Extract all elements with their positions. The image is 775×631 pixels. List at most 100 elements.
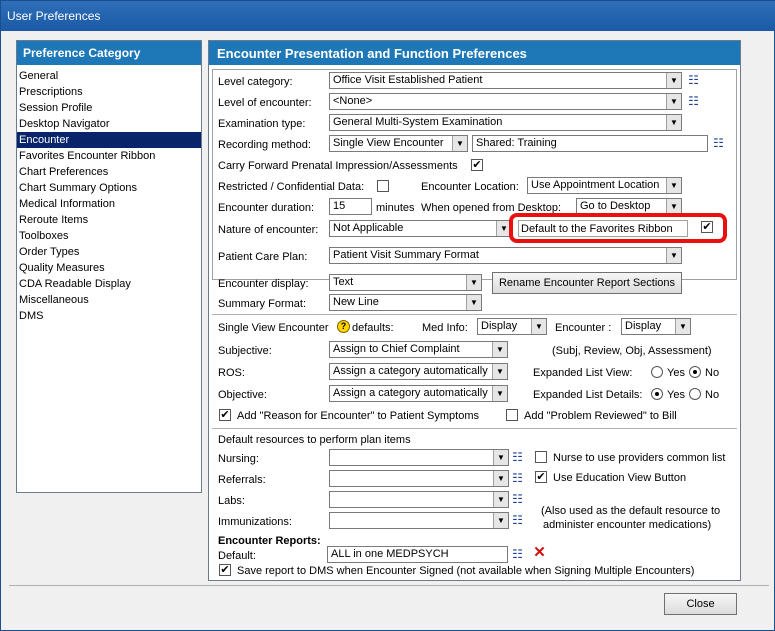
expanded-list-view-no-radio[interactable] (689, 366, 701, 378)
category-item[interactable]: CDA Readable Display (17, 276, 201, 292)
encounter-reports-label: Encounter Reports: (218, 535, 321, 547)
immunizations-select[interactable]: ▼ (329, 512, 509, 529)
chevron-down-icon: ▼ (466, 275, 481, 290)
chevron-down-icon: ▼ (466, 295, 481, 310)
default-favorites-checkbox[interactable]: ✔ (701, 221, 713, 233)
category-item[interactable]: Reroute Items (17, 212, 201, 228)
list-picker-icon[interactable]: ☷ (509, 546, 526, 563)
footer-separator (9, 585, 769, 586)
list-picker-icon[interactable]: ☷ (710, 135, 727, 152)
nurse-common-checkbox[interactable] (535, 451, 547, 463)
med-info-select[interactable]: Display ▼ (477, 318, 547, 335)
encounter-display-select[interactable]: Text ▼ (329, 274, 482, 291)
summary-format-select[interactable]: New Line ▼ (329, 294, 482, 311)
chevron-down-icon: ▼ (666, 115, 681, 130)
nursing-label: Nursing: (218, 453, 259, 465)
also-used-note-1: (Also used as the default resource to (541, 505, 721, 517)
separator (212, 314, 737, 315)
examination-type-label: Examination type: (218, 118, 306, 130)
window-title: User Preferences (1, 1, 775, 31)
list-picker-icon[interactable]: ☷ (685, 72, 702, 89)
category-item[interactable]: Order Types (17, 244, 201, 260)
add-problem-label: Add "Problem Reviewed" to Bill (524, 410, 677, 422)
encounter-preferences-header: Encounter Presentation and Function Pref… (209, 41, 740, 65)
nursing-select[interactable]: ▼ (329, 449, 509, 466)
help-icon[interactable]: ? (337, 320, 350, 333)
encounter-location-select[interactable]: Use Appointment Location ▼ (527, 177, 682, 194)
close-button[interactable]: Close (664, 593, 737, 615)
category-item[interactable]: Favorites Encounter Ribbon (17, 148, 201, 164)
recording-method-select[interactable]: Single View Encounter ▼ (329, 135, 468, 152)
separator (212, 428, 737, 429)
category-item[interactable]: Toolboxes (17, 228, 201, 244)
category-item[interactable]: Medical Information (17, 196, 201, 212)
encounter-defaults-select[interactable]: Display ▼ (621, 318, 691, 335)
nurse-common-label: Nurse to use providers common list (553, 452, 726, 464)
carry-forward-checkbox[interactable]: ✔ (471, 159, 483, 171)
encounter-location-label: Encounter Location: (421, 181, 519, 193)
education-view-checkbox[interactable]: ✔ (535, 471, 547, 483)
chevron-down-icon: ▼ (675, 319, 690, 334)
chevron-down-icon: ▼ (493, 450, 508, 465)
category-item[interactable]: Chart Summary Options (17, 180, 201, 196)
patient-care-plan-label: Patient Care Plan: (218, 251, 308, 263)
expanded-list-view-yes-label: Yes (667, 367, 685, 379)
level-category-select[interactable]: Office Visit Established Patient ▼ (329, 72, 682, 89)
sve-label: Single View Encounter (218, 322, 329, 334)
chevron-down-icon: ▼ (666, 73, 681, 88)
default-report-field[interactable]: ALL in one MEDPSYCH (327, 546, 508, 563)
category-item[interactable]: Quality Measures (17, 260, 201, 276)
also-used-note-2: administer encounter medications) (543, 519, 712, 531)
save-report-checkbox[interactable]: ✔ (219, 564, 231, 576)
ros-select[interactable]: Assign a category automatically ▼ (329, 363, 508, 380)
subjective-select[interactable]: Assign to Chief Complaint ▼ (329, 341, 508, 358)
patient-care-plan-select[interactable]: Patient Visit Summary Format ▼ (329, 247, 682, 264)
category-item[interactable]: Desktop Navigator (17, 116, 201, 132)
encounter-duration-input[interactable]: 15 (329, 198, 372, 215)
level-encounter-select[interactable]: <None> ▼ (329, 93, 682, 110)
expanded-list-view-yes-radio[interactable] (651, 366, 663, 378)
category-item[interactable]: Encounter (17, 132, 201, 148)
subjective-label: Subjective: (218, 345, 272, 357)
add-problem-checkbox[interactable] (506, 409, 518, 421)
restricted-checkbox[interactable] (377, 180, 389, 192)
duration-unit-label: minutes (376, 202, 415, 214)
nature-select[interactable]: Not Applicable ▼ (329, 220, 512, 237)
examination-type-select[interactable]: General Multi-System Examination ▼ (329, 114, 682, 131)
encounter-display-label: Encounter display: (218, 278, 309, 290)
list-picker-icon[interactable]: ☷ (509, 491, 526, 508)
list-picker-icon[interactable]: ☷ (509, 470, 526, 487)
list-picker-icon[interactable]: ☷ (509, 449, 526, 466)
expanded-list-details-yes-radio[interactable] (651, 388, 663, 400)
add-reason-label: Add "Reason for Encounter" to Patient Sy… (237, 410, 479, 422)
list-picker-icon[interactable]: ☷ (685, 93, 702, 110)
category-item[interactable]: DMS (17, 308, 201, 324)
add-reason-checkbox[interactable]: ✔ (219, 409, 231, 421)
level-category-label: Level category: (218, 76, 293, 88)
carry-forward-label: Carry Forward Prenatal Impression/Assess… (218, 160, 458, 172)
restricted-label: Restricted / Confidential Data: (218, 181, 365, 193)
category-item[interactable]: Session Profile (17, 100, 201, 116)
chevron-down-icon: ▼ (493, 471, 508, 486)
shared-training-field[interactable]: Shared: Training (472, 135, 708, 152)
objective-label: Objective: (218, 389, 267, 401)
labs-select[interactable]: ▼ (329, 491, 509, 508)
referrals-select[interactable]: ▼ (329, 470, 509, 487)
immunizations-label: Immunizations: (218, 516, 292, 528)
clear-x-icon[interactable]: ✕ (531, 545, 548, 562)
category-list: General Prescriptions Session Profile Deskt… (17, 65, 201, 324)
expanded-list-details-no-radio[interactable] (689, 388, 701, 400)
category-item[interactable]: Chart Preferences (17, 164, 201, 180)
list-picker-icon[interactable]: ☷ (509, 512, 526, 529)
subj-note: (Subj, Review, Obj, Assessment) (552, 345, 712, 357)
save-report-label: Save report to DMS when Encounter Signed… (237, 565, 695, 577)
expanded-list-view-label: Expanded List View: (533, 367, 633, 379)
objective-select[interactable]: Assign a category automatically ▼ (329, 385, 508, 402)
rename-sections-button[interactable]: Rename Encounter Report Sections (492, 272, 682, 294)
chevron-down-icon: ▼ (492, 342, 507, 357)
category-item[interactable]: Prescriptions (17, 84, 201, 100)
expanded-list-details-label: Expanded List Details: (533, 389, 643, 401)
labs-label: Labs: (218, 495, 245, 507)
category-item[interactable]: Miscellaneous (17, 292, 201, 308)
category-item[interactable]: General (17, 68, 201, 84)
